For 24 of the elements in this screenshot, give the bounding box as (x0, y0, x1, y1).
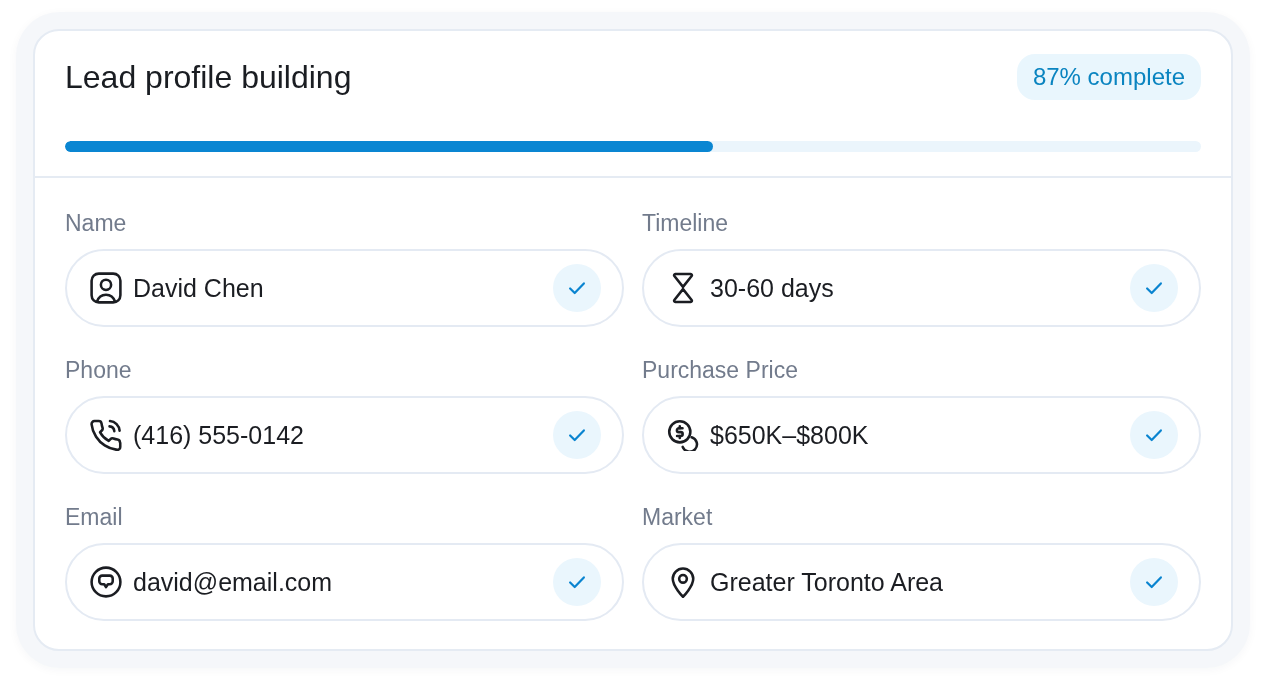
chat-bubble-icon (90, 566, 122, 598)
field-label: Timeline (642, 210, 729, 236)
field-label: Market (642, 504, 713, 530)
input-field[interactable]: (416) 555-0142 (65, 396, 624, 474)
field-value: David Chen (133, 273, 264, 303)
completion-badge: 87% complete (1016, 54, 1201, 100)
input-field[interactable]: david@email.com (65, 543, 624, 621)
field-value: $650K–$800K (710, 420, 869, 450)
field-label: Purchase Price (642, 357, 798, 383)
input-field[interactable]: Greater Toronto Area (642, 543, 1201, 621)
field-value: david@email.com (133, 567, 333, 597)
input-field[interactable]: David Chen (65, 249, 624, 327)
card-title: Lead profile building (65, 58, 352, 97)
field-value: 30-60 days (710, 273, 834, 303)
user-card-icon (90, 272, 122, 304)
phone-call-icon (90, 419, 122, 451)
input-field[interactable]: $650K–$800K (642, 396, 1201, 474)
field-label: Email (65, 504, 123, 530)
field-value: (416) 555-0142 (133, 420, 304, 450)
field-label: Phone (65, 357, 132, 383)
field-value: Greater Toronto Area (710, 567, 943, 597)
input-field[interactable]: 30-60 days (642, 249, 1201, 327)
coins-icon (667, 419, 699, 451)
field-label: Name (65, 210, 127, 236)
